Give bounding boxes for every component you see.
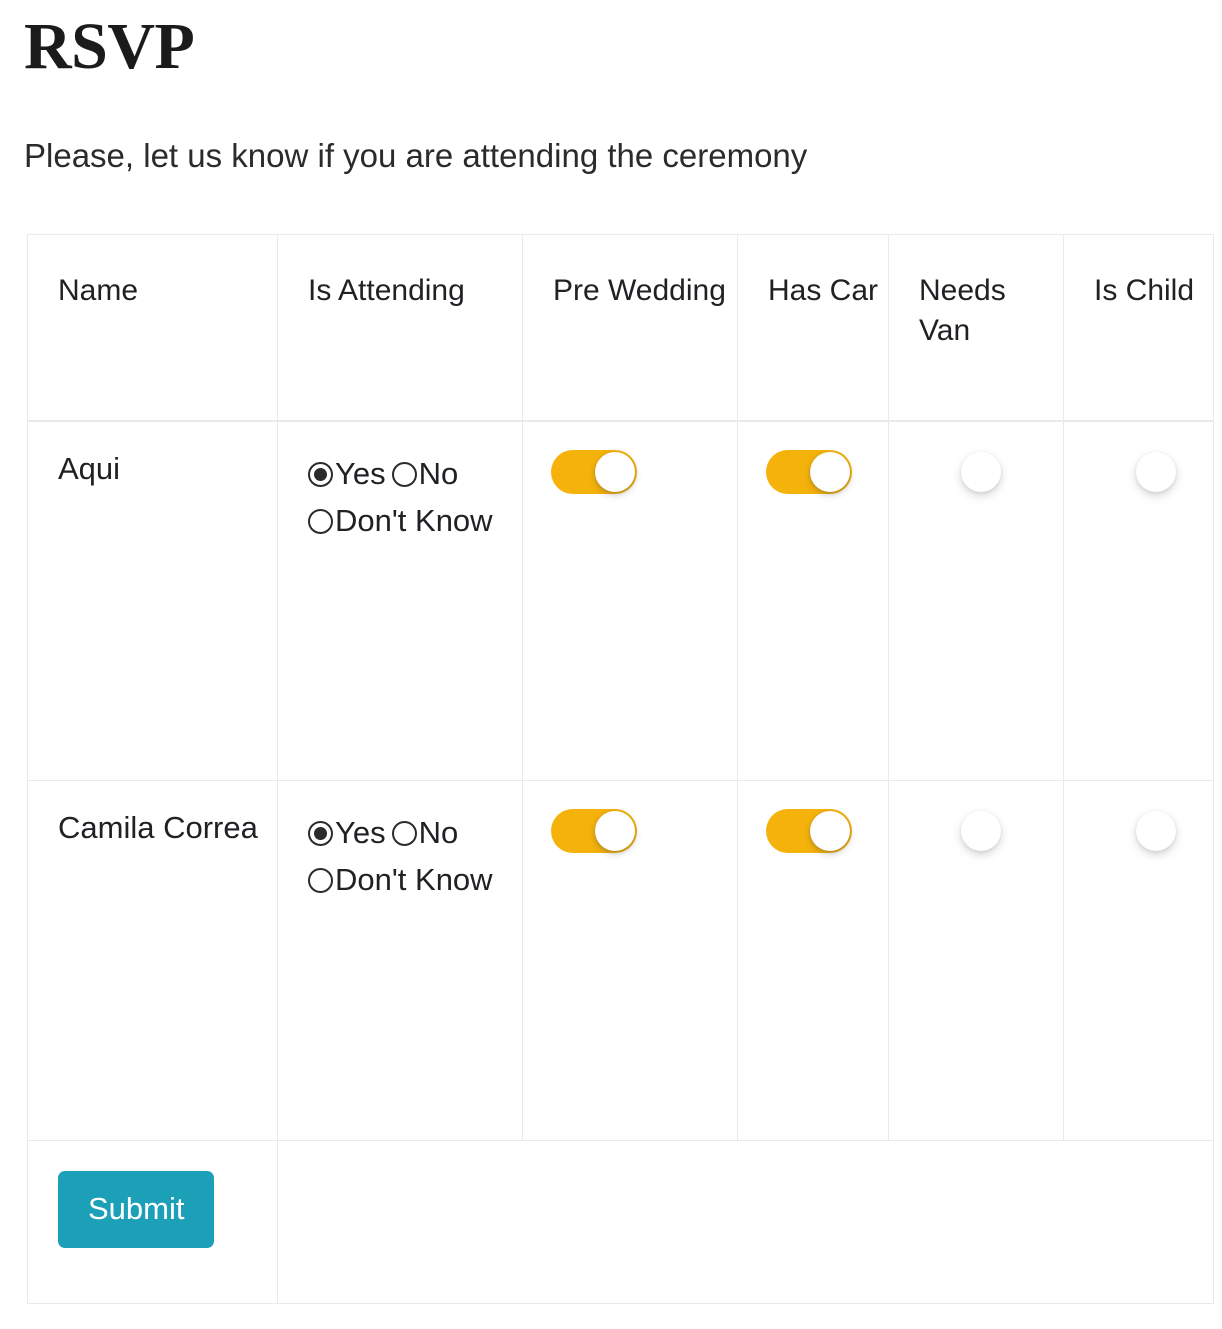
toggle-knob-icon [1136,811,1176,851]
table-row: Aqui Yes No Don't Know [27,420,1214,781]
pre-wedding-toggle[interactable] [551,809,637,853]
toggle-knob-icon [595,811,635,851]
column-header-needs-van: Needs Van [888,234,1064,422]
toggle-knob-icon [810,451,850,492]
submit-button[interactable]: Submit [58,1171,215,1248]
radio-option-no[interactable]: No [391,455,465,491]
radio-label-yes: Yes [335,815,386,850]
table-row: Camila Correa Yes No Don't Know [27,780,1214,1141]
rsvp-table: Name Is Attending Pre Wedding Has Car Ne… [27,234,1214,1304]
is-attending-radio-group[interactable]: Yes No Don't Know [308,807,498,903]
column-header-name: Name [27,234,278,422]
guest-name: Camila Correa [58,810,258,845]
radio-label-no: No [418,815,459,850]
rsvp-table-wrapper: Name Is Attending Pre Wedding Has Car Ne… [27,234,1214,1304]
has-car-cell [737,420,889,781]
has-car-cell [737,780,889,1141]
column-header-has-car: Has Car [737,234,889,422]
radio-label-yes: Yes [335,455,386,491]
rsvp-page: RSVP Please, let us know if you are atte… [0,0,1222,1329]
toggle-knob-icon [810,811,850,851]
page-subtitle: Please, let us know if you are attending… [24,137,808,174]
needs-van-toggle[interactable] [917,449,1003,494]
is-attending-cell: Yes No Don't Know [277,420,523,781]
radio-label-dont-know: Don't Know [335,502,493,538]
radio-dont-know-icon[interactable] [308,508,333,534]
needs-van-cell [888,780,1064,1141]
radio-no-icon[interactable] [391,821,417,846]
has-car-toggle[interactable] [766,449,852,494]
radio-label-no: No [418,455,459,491]
is-attending-radio-group[interactable]: Yes No Don't Know [308,448,498,544]
radio-option-dont-know[interactable]: Don't Know [308,862,499,897]
pre-wedding-toggle[interactable] [551,449,637,494]
column-header-is-child: Is Child [1063,234,1214,422]
is-child-cell [1063,780,1214,1141]
guest-name: Aqui [58,450,121,486]
toggle-knob-icon [595,451,635,492]
radio-label-dont-know: Don't Know [335,862,493,898]
guest-name-cell: Aqui [27,420,278,781]
is-child-cell [1063,420,1214,781]
submit-row-filler-cell [277,1140,1214,1304]
toggle-knob-icon [1136,451,1176,492]
column-header-is-attending: Is Attending [277,234,523,422]
toggle-knob-icon [961,811,1001,851]
needs-van-cell [888,420,1064,781]
radio-option-yes[interactable]: Yes [308,815,392,850]
radio-option-no[interactable]: No [391,815,465,850]
needs-van-toggle[interactable] [917,809,1003,853]
radio-no-icon[interactable] [391,461,417,487]
radio-option-dont-know[interactable]: Don't Know [308,503,499,538]
is-child-toggle[interactable] [1092,809,1178,853]
has-car-toggle[interactable] [766,809,852,853]
radio-dont-know-icon[interactable] [308,868,333,894]
radio-yes-icon[interactable] [308,821,333,846]
radio-option-yes[interactable]: Yes [308,456,392,491]
page-title: RSVP [24,10,195,83]
table-header-row: Name Is Attending Pre Wedding Has Car Ne… [27,234,1214,422]
submit-cell: Submit [27,1140,278,1304]
pre-wedding-cell [522,420,738,781]
table-body: Aqui Yes No Don't Know Camila Correa Yes … [27,420,1214,1304]
column-header-pre-wedding: Pre Wedding [522,234,738,422]
table-header: Name Is Attending Pre Wedding Has Car Ne… [27,234,1214,422]
radio-yes-icon[interactable] [308,461,333,487]
guest-name-cell: Camila Correa [27,780,278,1141]
pre-wedding-cell [522,780,738,1141]
is-child-toggle[interactable] [1092,449,1178,494]
table-submit-row: Submit [27,1140,1214,1304]
toggle-knob-icon [961,451,1001,492]
is-attending-cell: Yes No Don't Know [277,780,523,1141]
